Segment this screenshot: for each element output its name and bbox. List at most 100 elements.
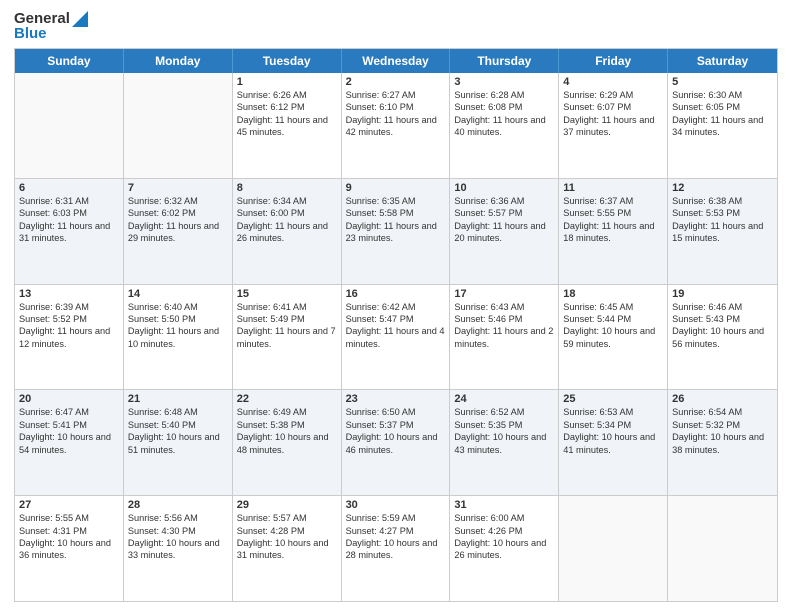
daylight-text: Daylight: 11 hours and 20 minutes. — [454, 220, 554, 245]
day-number: 14 — [128, 288, 228, 300]
day-cell-18: 18Sunrise: 6:45 AMSunset: 5:44 PMDayligh… — [559, 285, 668, 390]
day-number: 5 — [672, 76, 773, 88]
calendar-row-5: 27Sunrise: 5:55 AMSunset: 4:31 PMDayligh… — [15, 495, 777, 601]
day-number: 29 — [237, 499, 337, 511]
header-cell-friday: Friday — [559, 49, 668, 73]
sunrise-text: Sunrise: 6:40 AM — [128, 301, 228, 313]
sunrise-text: Sunrise: 5:57 AM — [237, 512, 337, 524]
sunrise-text: Sunrise: 6:30 AM — [672, 89, 773, 101]
day-cell-3: 3Sunrise: 6:28 AMSunset: 6:08 PMDaylight… — [450, 73, 559, 178]
day-number: 18 — [563, 288, 663, 300]
day-number: 30 — [346, 499, 446, 511]
day-cell-9: 9Sunrise: 6:35 AMSunset: 5:58 PMDaylight… — [342, 179, 451, 284]
header-cell-saturday: Saturday — [668, 49, 777, 73]
daylight-text: Daylight: 10 hours and 51 minutes. — [128, 431, 228, 456]
day-cell-17: 17Sunrise: 6:43 AMSunset: 5:46 PMDayligh… — [450, 285, 559, 390]
sunset-text: Sunset: 6:08 PM — [454, 101, 554, 113]
sunrise-text: Sunrise: 6:47 AM — [19, 406, 119, 418]
day-cell-20: 20Sunrise: 6:47 AMSunset: 5:41 PMDayligh… — [15, 390, 124, 495]
daylight-text: Daylight: 11 hours and 40 minutes. — [454, 114, 554, 139]
sunset-text: Sunset: 4:30 PM — [128, 525, 228, 537]
sunrise-text: Sunrise: 6:46 AM — [672, 301, 773, 313]
sunrise-text: Sunrise: 6:26 AM — [237, 89, 337, 101]
sunrise-text: Sunrise: 6:54 AM — [672, 406, 773, 418]
page: General Blue SundayMondayTuesdayWednesda… — [0, 0, 792, 612]
day-number: 31 — [454, 499, 554, 511]
daylight-text: Daylight: 10 hours and 59 minutes. — [563, 325, 663, 350]
sunset-text: Sunset: 5:38 PM — [237, 419, 337, 431]
day-number: 21 — [128, 393, 228, 405]
sunset-text: Sunset: 4:26 PM — [454, 525, 554, 537]
day-cell-31: 31Sunrise: 6:00 AMSunset: 4:26 PMDayligh… — [450, 496, 559, 601]
sunrise-text: Sunrise: 6:28 AM — [454, 89, 554, 101]
sunset-text: Sunset: 5:55 PM — [563, 207, 663, 219]
day-number: 2 — [346, 76, 446, 88]
sunset-text: Sunset: 6:07 PM — [563, 101, 663, 113]
day-number: 22 — [237, 393, 337, 405]
calendar-row-2: 6Sunrise: 6:31 AMSunset: 6:03 PMDaylight… — [15, 178, 777, 284]
sunrise-text: Sunrise: 5:59 AM — [346, 512, 446, 524]
daylight-text: Daylight: 11 hours and 12 minutes. — [19, 325, 119, 350]
day-cell-28: 28Sunrise: 5:56 AMSunset: 4:30 PMDayligh… — [124, 496, 233, 601]
daylight-text: Daylight: 10 hours and 28 minutes. — [346, 537, 446, 562]
daylight-text: Daylight: 11 hours and 15 minutes. — [672, 220, 773, 245]
day-number: 25 — [563, 393, 663, 405]
day-cell-16: 16Sunrise: 6:42 AMSunset: 5:47 PMDayligh… — [342, 285, 451, 390]
daylight-text: Daylight: 10 hours and 41 minutes. — [563, 431, 663, 456]
day-cell-25: 25Sunrise: 6:53 AMSunset: 5:34 PMDayligh… — [559, 390, 668, 495]
day-number: 3 — [454, 76, 554, 88]
day-number: 6 — [19, 182, 119, 194]
day-cell-27: 27Sunrise: 5:55 AMSunset: 4:31 PMDayligh… — [15, 496, 124, 601]
day-number: 16 — [346, 288, 446, 300]
sunrise-text: Sunrise: 6:34 AM — [237, 195, 337, 207]
daylight-text: Daylight: 11 hours and 2 minutes. — [454, 325, 554, 350]
sunrise-text: Sunrise: 6:27 AM — [346, 89, 446, 101]
day-cell-13: 13Sunrise: 6:39 AMSunset: 5:52 PMDayligh… — [15, 285, 124, 390]
sunset-text: Sunset: 5:37 PM — [346, 419, 446, 431]
sunrise-text: Sunrise: 6:45 AM — [563, 301, 663, 313]
sunset-text: Sunset: 6:03 PM — [19, 207, 119, 219]
header-cell-monday: Monday — [124, 49, 233, 73]
daylight-text: Daylight: 10 hours and 54 minutes. — [19, 431, 119, 456]
calendar-row-3: 13Sunrise: 6:39 AMSunset: 5:52 PMDayligh… — [15, 284, 777, 390]
day-cell-2: 2Sunrise: 6:27 AMSunset: 6:10 PMDaylight… — [342, 73, 451, 178]
empty-cell-r4c6 — [668, 496, 777, 601]
sunrise-text: Sunrise: 6:41 AM — [237, 301, 337, 313]
daylight-text: Daylight: 11 hours and 45 minutes. — [237, 114, 337, 139]
day-number: 27 — [19, 499, 119, 511]
day-cell-6: 6Sunrise: 6:31 AMSunset: 6:03 PMDaylight… — [15, 179, 124, 284]
calendar-header-row: SundayMondayTuesdayWednesdayThursdayFrid… — [15, 49, 777, 73]
day-number: 17 — [454, 288, 554, 300]
sunset-text: Sunset: 5:46 PM — [454, 313, 554, 325]
sunset-text: Sunset: 5:32 PM — [672, 419, 773, 431]
day-cell-8: 8Sunrise: 6:34 AMSunset: 6:00 PMDaylight… — [233, 179, 342, 284]
day-number: 28 — [128, 499, 228, 511]
sunrise-text: Sunrise: 5:56 AM — [128, 512, 228, 524]
empty-cell-r4c5 — [559, 496, 668, 601]
sunset-text: Sunset: 6:00 PM — [237, 207, 337, 219]
day-cell-14: 14Sunrise: 6:40 AMSunset: 5:50 PMDayligh… — [124, 285, 233, 390]
sunrise-text: Sunrise: 6:38 AM — [672, 195, 773, 207]
day-cell-12: 12Sunrise: 6:38 AMSunset: 5:53 PMDayligh… — [668, 179, 777, 284]
sunrise-text: Sunrise: 6:32 AM — [128, 195, 228, 207]
day-cell-21: 21Sunrise: 6:48 AMSunset: 5:40 PMDayligh… — [124, 390, 233, 495]
calendar: SundayMondayTuesdayWednesdayThursdayFrid… — [14, 48, 778, 602]
daylight-text: Daylight: 10 hours and 36 minutes. — [19, 537, 119, 562]
day-number: 9 — [346, 182, 446, 194]
day-cell-26: 26Sunrise: 6:54 AMSunset: 5:32 PMDayligh… — [668, 390, 777, 495]
sunrise-text: Sunrise: 6:53 AM — [563, 406, 663, 418]
header-cell-sunday: Sunday — [15, 49, 124, 73]
sunset-text: Sunset: 5:47 PM — [346, 313, 446, 325]
header-cell-tuesday: Tuesday — [233, 49, 342, 73]
sunset-text: Sunset: 6:10 PM — [346, 101, 446, 113]
sunrise-text: Sunrise: 6:37 AM — [563, 195, 663, 207]
day-cell-15: 15Sunrise: 6:41 AMSunset: 5:49 PMDayligh… — [233, 285, 342, 390]
day-cell-4: 4Sunrise: 6:29 AMSunset: 6:07 PMDaylight… — [559, 73, 668, 178]
sunset-text: Sunset: 5:35 PM — [454, 419, 554, 431]
day-cell-1: 1Sunrise: 6:26 AMSunset: 6:12 PMDaylight… — [233, 73, 342, 178]
daylight-text: Daylight: 11 hours and 23 minutes. — [346, 220, 446, 245]
day-number: 8 — [237, 182, 337, 194]
sunrise-text: Sunrise: 6:35 AM — [346, 195, 446, 207]
daylight-text: Daylight: 10 hours and 46 minutes. — [346, 431, 446, 456]
sunset-text: Sunset: 5:53 PM — [672, 207, 773, 219]
